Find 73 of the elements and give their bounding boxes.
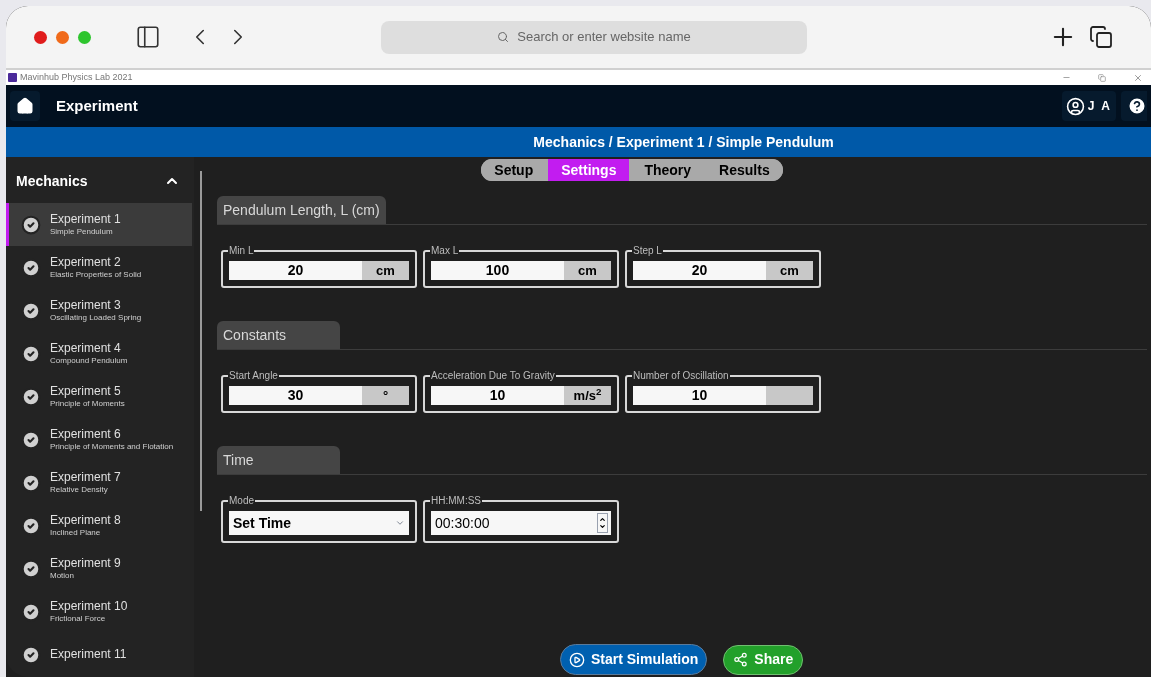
help-icon: [1127, 96, 1147, 116]
number-field[interactable]: 10: [633, 386, 766, 405]
sidebar-toggle-icon[interactable]: [135, 24, 161, 50]
item-subtitle: Principle of Moments: [50, 399, 125, 409]
item-title: Experiment 5: [50, 384, 122, 399]
time-field[interactable]: 00:30:00: [431, 511, 611, 535]
number-field[interactable]: 10: [431, 386, 564, 405]
item-title: Experiment 7: [50, 470, 121, 485]
item-subtitle: Motion: [50, 571, 75, 581]
item-subtitle: Compound Pendulum: [50, 356, 128, 366]
field-label: Step L: [632, 244, 663, 258]
sidebar-item[interactable]: Experiment 4 Compound Pendulum: [6, 332, 192, 375]
sidebar-item[interactable]: Experiment 9 Motion: [6, 547, 192, 590]
item-subtitle: Relative Density: [50, 485, 109, 495]
number-field[interactable]: 20: [633, 261, 766, 280]
sidebar-item[interactable]: Experiment 5 Principle of Moments: [6, 375, 192, 418]
home-icon: [16, 97, 34, 115]
close-window-icon[interactable]: [34, 30, 47, 44]
breadcrumb: Mechanics / Experiment 1 / Simple Pendulum: [533, 132, 834, 152]
play-icon: [569, 651, 585, 668]
item-subtitle: Inclined Plane: [50, 528, 102, 538]
item-title: Experiment 10: [50, 599, 128, 614]
sidebar-heading: Mechanics: [16, 171, 88, 191]
home-button[interactable]: [10, 91, 40, 121]
sidebar-item[interactable]: Experiment 6 Principle of Moments and Flotation: [6, 418, 192, 461]
scrollbar[interactable]: [200, 171, 202, 511]
item-title: Experiment 2: [50, 255, 122, 270]
sidebar-item[interactable]: Experiment 2 Elastic Properties of Solid: [6, 246, 192, 289]
item-subtitle: Simple Pendulum: [50, 227, 114, 237]
window-title: Mavinhub Physics Lab 2021: [20, 70, 133, 84]
sidebar-item[interactable]: Experiment 3 Oscillating Loaded Spring: [6, 289, 192, 332]
number-field[interactable]: 20: [229, 261, 362, 280]
number-field[interactable]: 30: [229, 386, 362, 405]
unit-label: cm: [564, 261, 611, 280]
unit-label: cm: [362, 261, 409, 280]
close-icon[interactable]: [1133, 72, 1143, 83]
sidebar-item[interactable]: Experiment 7 Relative Density: [6, 461, 192, 504]
unit-label: cm: [766, 261, 813, 280]
sidebar-item[interactable]: Experiment 8 Inclined Plane: [6, 504, 192, 547]
spinner-icon[interactable]: [597, 513, 608, 533]
share-icon: [733, 652, 749, 667]
user-button[interactable]: J A: [1061, 91, 1116, 121]
header-title: Experiment: [56, 95, 138, 116]
item-subtitle: Frictional Force: [50, 614, 107, 624]
field-label: Start Angle: [228, 369, 279, 383]
field-label: Acceleration Due To Gravity: [430, 369, 556, 383]
item-title: Experiment 4: [50, 341, 122, 356]
item-subtitle: Principle of Moments and Flotation: [50, 442, 174, 452]
item-subtitle: Oscillating Loaded Spring: [50, 313, 142, 323]
chevron-down-icon: [395, 518, 405, 528]
app-logo-icon: [8, 73, 17, 82]
tab[interactable]: Settings: [548, 159, 630, 181]
item-title: Experiment 11: [50, 647, 127, 662]
sidebar-item[interactable]: Experiment 1 Simple Pendulum: [6, 203, 192, 246]
search-icon: [497, 31, 510, 43]
help-button[interactable]: [1121, 91, 1147, 121]
mode-dropdown[interactable]: Set Time: [229, 511, 409, 535]
unit-label: °: [362, 386, 409, 405]
tabs-overview-icon[interactable]: [1089, 25, 1113, 49]
item-title: Experiment 1: [50, 212, 121, 227]
item-subtitle: Elastic Properties of Solid: [50, 270, 142, 280]
start-simulation-button[interactable]: Start Simulation: [560, 644, 708, 675]
sidebar-item[interactable]: Experiment 10 Frictional Force: [6, 590, 192, 633]
item-title: Experiment 3: [50, 298, 122, 313]
item-title: Experiment 6: [50, 427, 122, 442]
sidebar-item[interactable]: Experiment 11: [6, 633, 192, 676]
unit-label: m/s$^{2}$: [564, 386, 611, 405]
user-icon: [1065, 96, 1085, 116]
item-title: Experiment 8: [50, 513, 121, 528]
minimize-window-icon[interactable]: [56, 30, 69, 44]
number-field[interactable]: 100: [431, 261, 564, 280]
address-bar[interactable]: Search or enter website name: [381, 20, 807, 54]
item-title: Experiment 9: [50, 556, 121, 571]
